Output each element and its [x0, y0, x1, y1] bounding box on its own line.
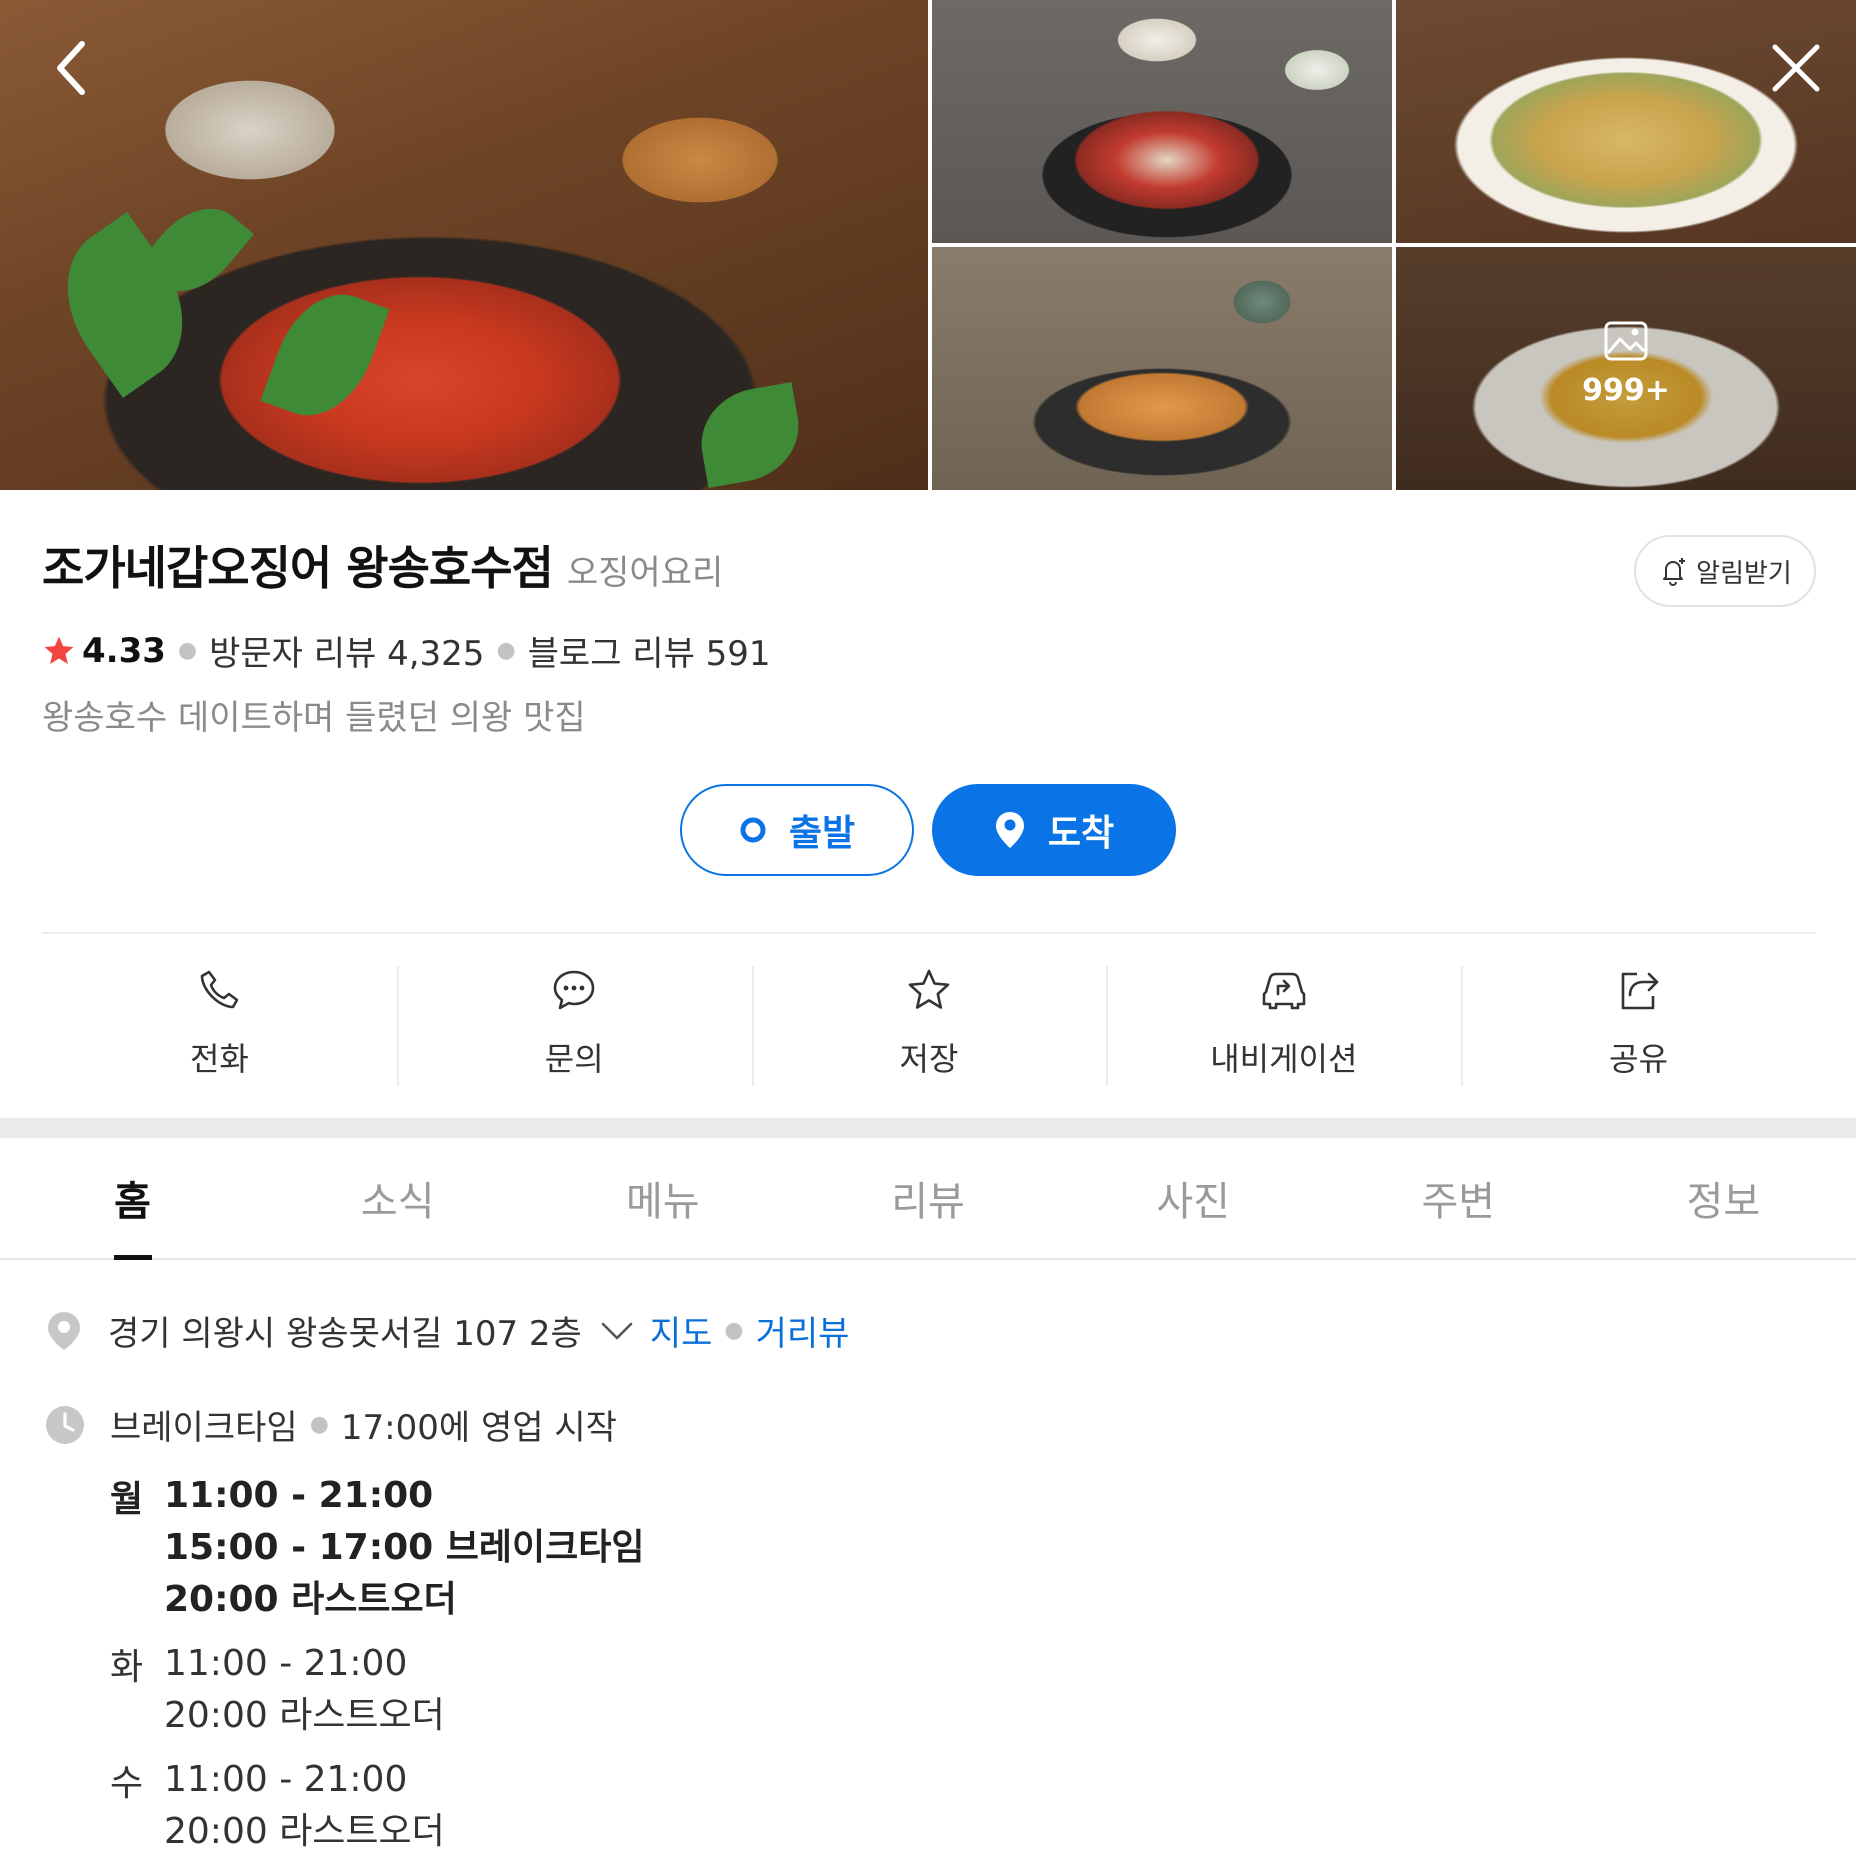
fried-shrimp-photo[interactable]: [932, 247, 1392, 490]
inquiry-label: 문의: [544, 1040, 604, 1078]
depart-button[interactable]: 출발: [680, 784, 914, 876]
hours-label: 브레이크타임: [110, 1408, 298, 1448]
schedule-line: 20:00 라스트오더: [164, 1811, 445, 1852]
schedule-day-mon: 월 11:00 - 21:00 15:00 - 17:00 브레이크타임 20:…: [110, 1470, 644, 1626]
rating-row: 4.33 ● 방문자 리뷰 4,325 ● 블로그 리뷰 591: [42, 626, 771, 675]
divider: [42, 932, 1816, 934]
section-separator: [0, 1118, 1856, 1138]
chat-bubble-icon: [553, 970, 595, 1010]
title-row: 조가네갑오징어 왕송호수점 오징어요리: [42, 532, 723, 598]
navigation-label: 내비게이션: [1210, 1040, 1358, 1078]
photo-count: 999+: [1396, 317, 1856, 408]
tab-news[interactable]: 소식: [265, 1138, 530, 1258]
inquiry-button[interactable]: 문의: [396, 966, 752, 1086]
separator-dot: ●: [724, 1318, 744, 1343]
save-label: 저장: [899, 1040, 959, 1078]
clock-icon: [46, 1405, 84, 1444]
notify-button[interactable]: 알림받기: [1634, 535, 1816, 607]
star-rating-icon: [44, 636, 74, 664]
route-buttons: 출발 도착: [680, 784, 1176, 876]
bell-plus-icon: [1663, 558, 1686, 586]
call-label: 전화: [189, 1040, 249, 1078]
location-pin-icon: [995, 812, 1024, 848]
day-label: 수: [110, 1763, 144, 1804]
tab-photos[interactable]: 사진: [1061, 1138, 1326, 1258]
place-category: 오징어요리: [566, 553, 724, 593]
navigation-button[interactable]: 내비게이션: [1106, 966, 1461, 1086]
share-label: 공유: [1609, 1040, 1669, 1078]
day-label: 월: [110, 1479, 144, 1520]
back-button[interactable]: [30, 28, 110, 108]
save-button[interactable]: 저장: [751, 966, 1107, 1086]
tab-info[interactable]: 정보: [1591, 1138, 1856, 1258]
car-navigation-icon: [1262, 972, 1306, 1010]
location-pin-icon: [48, 1311, 80, 1350]
address-row: 경기 의왕시 왕송못서길 107 2층 지도 ● 거리뷰: [44, 1306, 849, 1355]
schedule-line: 20:00 라스트오더: [164, 1579, 457, 1620]
photo-count-label: 999+: [1582, 373, 1670, 408]
schedule-line: 11:00 - 21:00: [164, 1475, 434, 1516]
schedule-line: 11:00 - 21:00: [164, 1759, 408, 1800]
hours-status-text: 17:00에 영업 시작: [340, 1408, 617, 1448]
tab-menu[interactable]: 메뉴: [530, 1138, 795, 1258]
tab-nearby[interactable]: 주변: [1326, 1138, 1591, 1258]
place-name: 조가네갑오징어 왕송호수점: [42, 541, 554, 595]
share-button[interactable]: 공유: [1461, 966, 1816, 1086]
image-icon: [1604, 321, 1648, 361]
star-icon: [908, 969, 950, 1009]
hours-row[interactable]: 브레이크타임 ● 17:00에 영업 시작: [44, 1400, 617, 1449]
main-food-photo[interactable]: [0, 0, 928, 490]
tab-bar: 홈 소식 메뉴 리뷰 사진 주변 정보: [0, 1138, 1856, 1260]
schedule-line: 11:00 - 21:00: [164, 1643, 408, 1684]
visitor-reviews-link[interactable]: 방문자 리뷰 4,325: [209, 626, 484, 675]
phone-icon: [201, 970, 239, 1009]
tab-reviews[interactable]: 리뷰: [795, 1138, 1060, 1258]
arrive-label: 도착: [1047, 813, 1115, 854]
depart-label: 출발: [788, 813, 856, 854]
arrive-button[interactable]: 도착: [932, 784, 1176, 876]
schedule-line: 15:00 - 17:00 브레이크타임: [164, 1527, 645, 1568]
street-view-link[interactable]: 거리뷰: [756, 1306, 850, 1355]
action-bar: 전화 문의 저장 내비게이션 공유: [42, 966, 1816, 1086]
notify-label: 알림받기: [1696, 558, 1792, 589]
separator-dot: ●: [496, 638, 516, 663]
close-button[interactable]: [1756, 28, 1836, 108]
call-button[interactable]: 전화: [42, 966, 397, 1086]
tab-home[interactable]: 홈: [0, 1138, 265, 1260]
chevron-down-icon: [601, 1322, 633, 1339]
address-text: 경기 의왕시 왕송못서길 107 2층: [108, 1314, 582, 1354]
day-label: 화: [110, 1647, 144, 1688]
weekly-schedule: 월 11:00 - 21:00 15:00 - 17:00 브레이크타임 20:…: [110, 1470, 644, 1864]
separator-dot: ●: [309, 1412, 329, 1437]
share-icon: [1621, 972, 1658, 1010]
place-description: 왕송호수 데이트하며 들렸던 의왕 맛집: [42, 698, 586, 738]
blog-reviews-link[interactable]: 블로그 리뷰 591: [528, 626, 771, 675]
expand-address-button[interactable]: [600, 1320, 634, 1342]
more-photos-tile[interactable]: 999+: [1396, 247, 1856, 490]
photo-gallery: 999+: [0, 0, 1856, 490]
map-link[interactable]: 지도: [650, 1306, 713, 1355]
seafood-hotpot-photo[interactable]: [932, 0, 1392, 243]
chevron-left-icon: [57, 41, 85, 95]
rating-score: 4.33: [82, 630, 166, 671]
schedule-line: 20:00 라스트오더: [164, 1695, 445, 1736]
schedule-day-wed: 수 11:00 - 21:00 20:00 라스트오더: [110, 1754, 644, 1858]
separator-dot: ●: [177, 638, 198, 663]
origin-dot-icon: [740, 817, 766, 843]
schedule-day-tue: 화 11:00 - 21:00 20:00 라스트오더: [110, 1638, 644, 1742]
close-icon: [1772, 44, 1820, 92]
